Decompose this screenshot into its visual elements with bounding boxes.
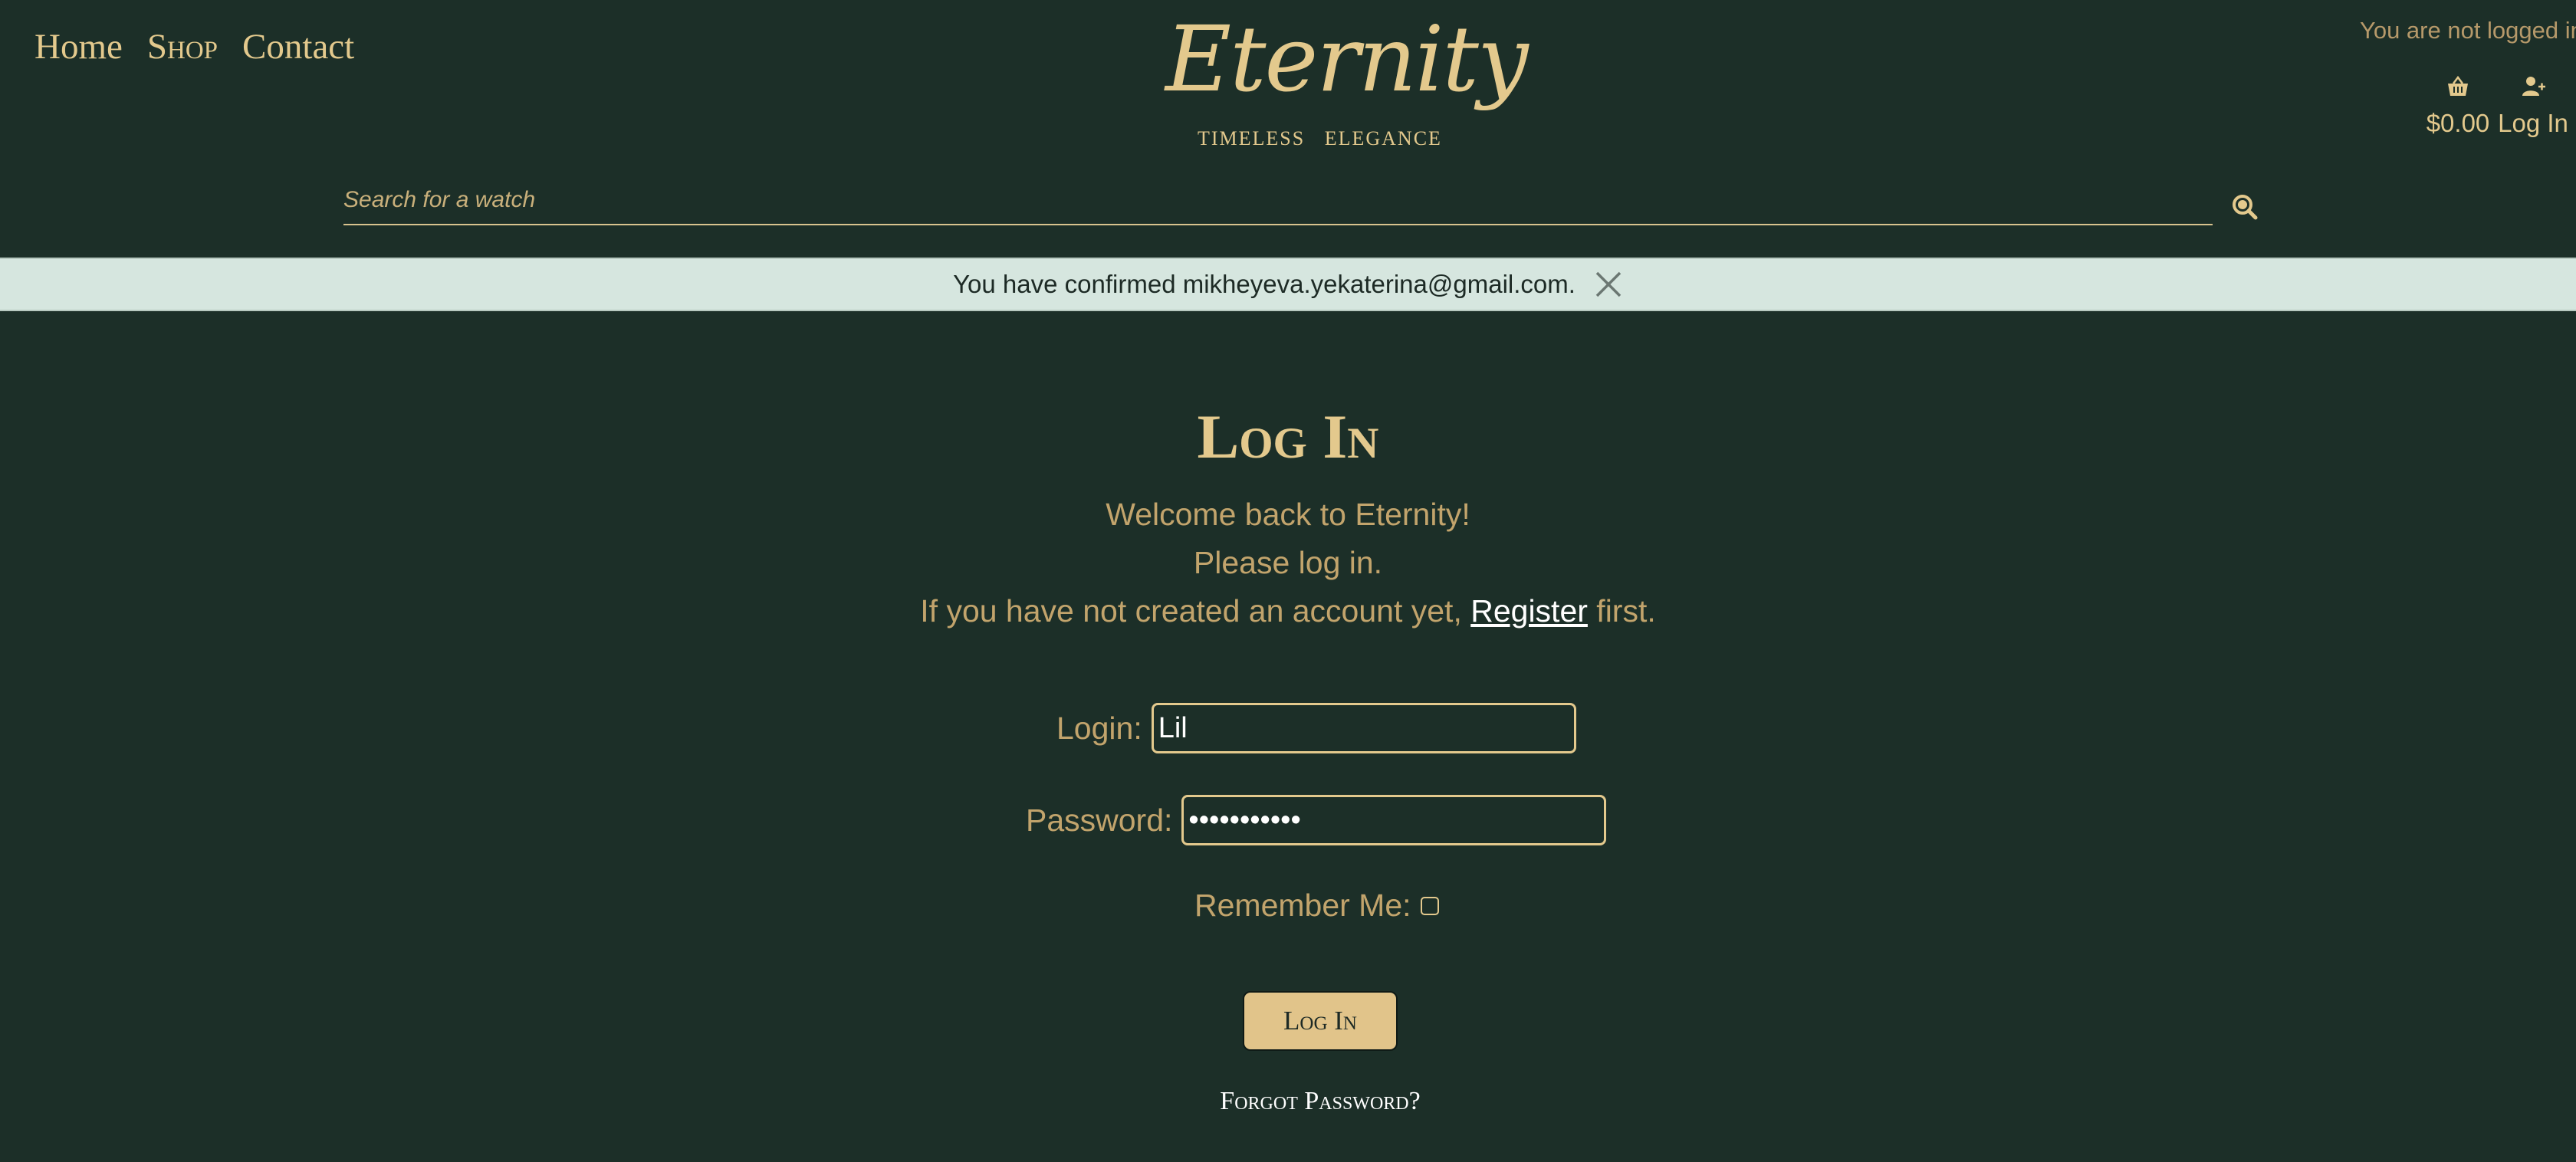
register-link[interactable]: Register <box>1470 593 1588 629</box>
intro-register-suffix: first. <box>1587 593 1656 629</box>
cart-total: $0.00 <box>2426 109 2490 137</box>
login-submit-button[interactable]: Log In <box>1243 991 1398 1051</box>
main-nav: Home Shop Contact <box>34 26 354 67</box>
site-tagline: TIMELESS ELEGANCE <box>1198 127 1442 149</box>
cart-link[interactable]: $0.00 <box>2415 74 2501 138</box>
account-login-link[interactable]: Log In <box>2495 74 2571 138</box>
intro-register-prefix: If you have not created an account yet, <box>920 593 1471 629</box>
login-intro: Welcome back to Eternity! Please log in.… <box>0 491 2576 635</box>
forgot-password-link[interactable]: Forgot Password? <box>1196 1087 1444 1116</box>
remember-me-label: Remember Me: <box>1194 888 1411 923</box>
remember-me-checkbox[interactable] <box>1420 896 1439 915</box>
search-bar <box>343 176 2213 225</box>
remember-me-row: Remember Me: <box>1194 888 1439 924</box>
close-icon[interactable] <box>1594 270 1623 299</box>
nav-link-shop[interactable]: Shop <box>147 26 218 67</box>
login-field-row: Login: <box>1056 703 1576 753</box>
shopping-basket-icon <box>2448 75 2468 96</box>
user-add-icon <box>2522 77 2545 96</box>
confirmation-message: You have confirmed mikheyeva.yekaterina@… <box>0 258 2576 311</box>
nav-link-contact[interactable]: Contact <box>242 26 354 67</box>
page-title: Log In <box>1197 402 1379 471</box>
login-label: Login: <box>1056 710 1142 746</box>
search-input[interactable] <box>343 176 2213 224</box>
intro-line-please: Please log in. <box>1193 545 1383 580</box>
login-section: Log In Welcome back to Eternity! Please … <box>0 399 2576 635</box>
password-label: Password: <box>1026 802 1173 838</box>
nav-link-home[interactable]: Home <box>34 26 123 67</box>
search-icon[interactable] <box>2229 192 2260 222</box>
site-logo[interactable]: Eternity <box>1165 6 1529 112</box>
login-input[interactable] <box>1151 703 1576 753</box>
intro-line-welcome: Welcome back to Eternity! <box>1106 497 1470 532</box>
password-field-row: Password: <box>1026 795 1607 845</box>
account-login-label: Log In <box>2498 109 2568 137</box>
confirmation-message-text: You have confirmed mikheyeva.yekaterina@… <box>953 270 1576 298</box>
intro-line-register: If you have not created an account yet, … <box>0 587 2576 635</box>
login-status-text: You are not logged in <box>2360 17 2576 44</box>
password-input[interactable] <box>1181 795 1607 845</box>
